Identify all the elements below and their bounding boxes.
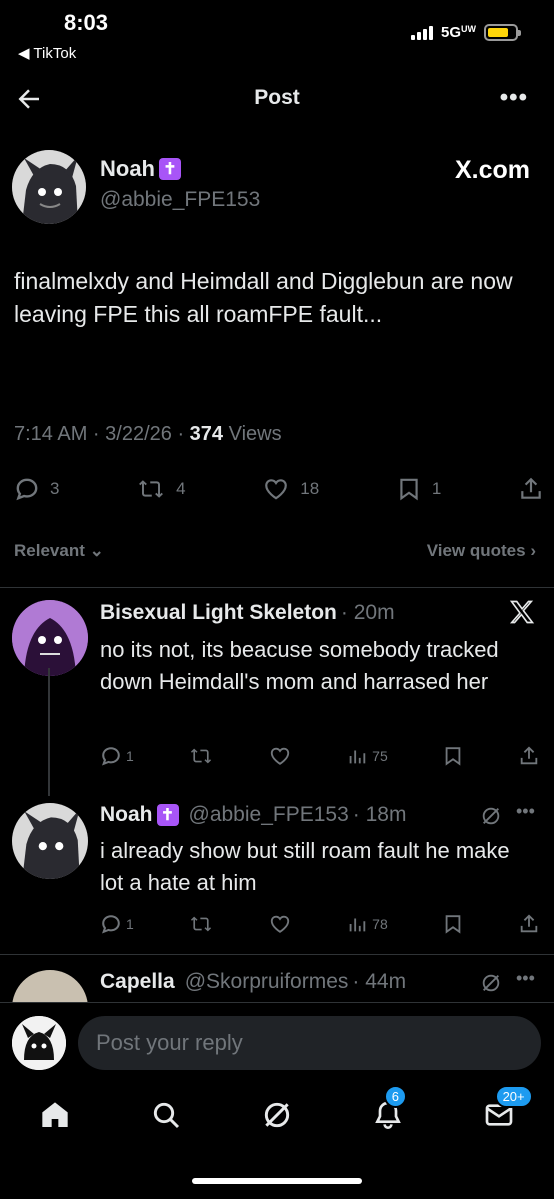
cross-emoji-icon: ✝ [159,158,181,180]
post-actions: 3 4 18 1 [14,474,544,504]
share-icon [520,746,538,765]
share-icon [521,477,541,499]
tab-notifications[interactable]: 6 [368,1085,408,1135]
reply-text: i already show but still roam fault he m… [100,838,510,895]
reply-header: Capella @Skorpruiformes · 44m [100,970,406,994]
more-icon[interactable]: ••• [516,801,535,822]
grok-icon[interactable] [480,972,502,999]
bookmark-icon [400,478,418,501]
author-avatar[interactable] [12,150,86,224]
back-to-app-link[interactable]: ◀ TikTok [18,44,76,62]
like-button[interactable]: 18 [262,476,319,502]
x-logo-icon [508,598,536,631]
network-label: 5GUW [440,24,476,41]
home-indicator [192,1178,362,1184]
reply-button[interactable]: 3 [14,476,59,502]
reply-icon [102,747,120,766]
author-name[interactable]: Noah ✝ [100,156,181,182]
reply-avatar[interactable] [12,600,88,676]
analytics-icon [349,750,366,764]
share-button[interactable] [518,913,540,935]
reply-header: Noah ✝ @abbie_FPE153 · 18m [100,803,406,827]
author-handle[interactable]: @abbie_FPE153 [100,188,260,212]
views-button[interactable]: 78 [346,913,388,935]
post-meta: 7:14 AM · 3/22/26 · 374 Views [14,423,282,445]
reply-text: no its not, its beacuse somebody tracked… [100,637,499,694]
tab-grok[interactable] [257,1095,297,1135]
reply-input[interactable] [78,1016,541,1070]
page-title: Post [254,86,300,109]
reply-avatar[interactable] [12,803,88,879]
divider [0,954,554,955]
signal-icon [410,25,433,40]
analytics-icon [349,918,366,932]
grok-icon [264,1102,290,1128]
bookmark-button[interactable]: 1 [396,476,441,502]
tab-messages[interactable]: 20+ [479,1085,533,1135]
tab-bar: 6 20+ [0,1085,554,1140]
reply-handle[interactable]: @abbie_FPE153 [189,803,349,827]
chevron-right-icon: › [530,541,536,560]
more-icon[interactable]: ••• [500,84,528,112]
repost-button[interactable] [188,745,214,767]
chevron-down-icon: ⌄ [89,541,104,560]
cross-emoji-icon: ✝ [156,804,179,826]
reply-time: · 18m [352,803,407,826]
status-indicators: 5GUW [410,24,521,41]
source-label: X.com [454,156,530,184]
heart-icon [265,479,288,500]
heart-icon [270,747,290,765]
reply-actions: 1 75 [100,744,540,768]
reply-author-name[interactable]: Bisexual Light Skeleton [100,601,337,625]
repost-button[interactable] [188,913,214,935]
divider [0,587,554,588]
share-button[interactable] [518,476,544,502]
like-button[interactable] [268,745,292,767]
reply-handle[interactable]: @Skorpruiformes [185,970,349,994]
notifications-badge: 6 [383,1085,408,1108]
repost-icon [190,916,212,932]
reply-header: Bisexual Light Skeleton · 20m [100,601,395,625]
bookmark-icon [445,747,461,766]
repost-icon [190,748,212,764]
search-icon [154,1102,180,1129]
messages-badge: 20+ [494,1085,533,1108]
reply-time: · 44m [352,970,407,993]
reply-icon [16,478,38,501]
bookmark-button[interactable] [442,745,464,767]
views-button[interactable]: 75 [346,745,388,767]
view-quotes-link[interactable]: View quotes › [427,541,536,561]
reply-actions: 1 78 [100,912,540,936]
repost-icon [139,480,164,498]
reply-author-name[interactable]: Noah [100,803,153,827]
more-icon[interactable]: ••• [516,968,535,989]
status-time: 8:03 [64,10,109,35]
reply-icon [102,915,120,934]
relevance-filter[interactable]: Relevant ⌄ [14,541,104,561]
my-avatar[interactable] [12,1016,66,1070]
heart-icon [270,915,290,933]
bookmark-icon [445,915,461,934]
thread-line [48,668,50,796]
share-button[interactable] [518,745,540,767]
tab-home[interactable] [35,1095,75,1135]
reply-time: · 20m [340,601,395,624]
tab-search[interactable] [146,1095,186,1135]
repost-button[interactable]: 4 [136,476,186,502]
share-icon [520,914,538,933]
views-count: 374 [189,423,224,445]
like-button[interactable] [268,913,292,935]
home-icon [42,1102,69,1127]
grok-icon[interactable] [480,805,502,832]
reply-button[interactable]: 1 [100,913,134,935]
post-text: finalmelxdy and Heimdall and Digglebun a… [14,268,513,328]
bookmark-button[interactable] [442,913,464,935]
reply-author-name[interactable]: Capella [100,970,175,994]
battery-icon [484,24,521,41]
reply-button[interactable]: 1 [100,745,134,767]
